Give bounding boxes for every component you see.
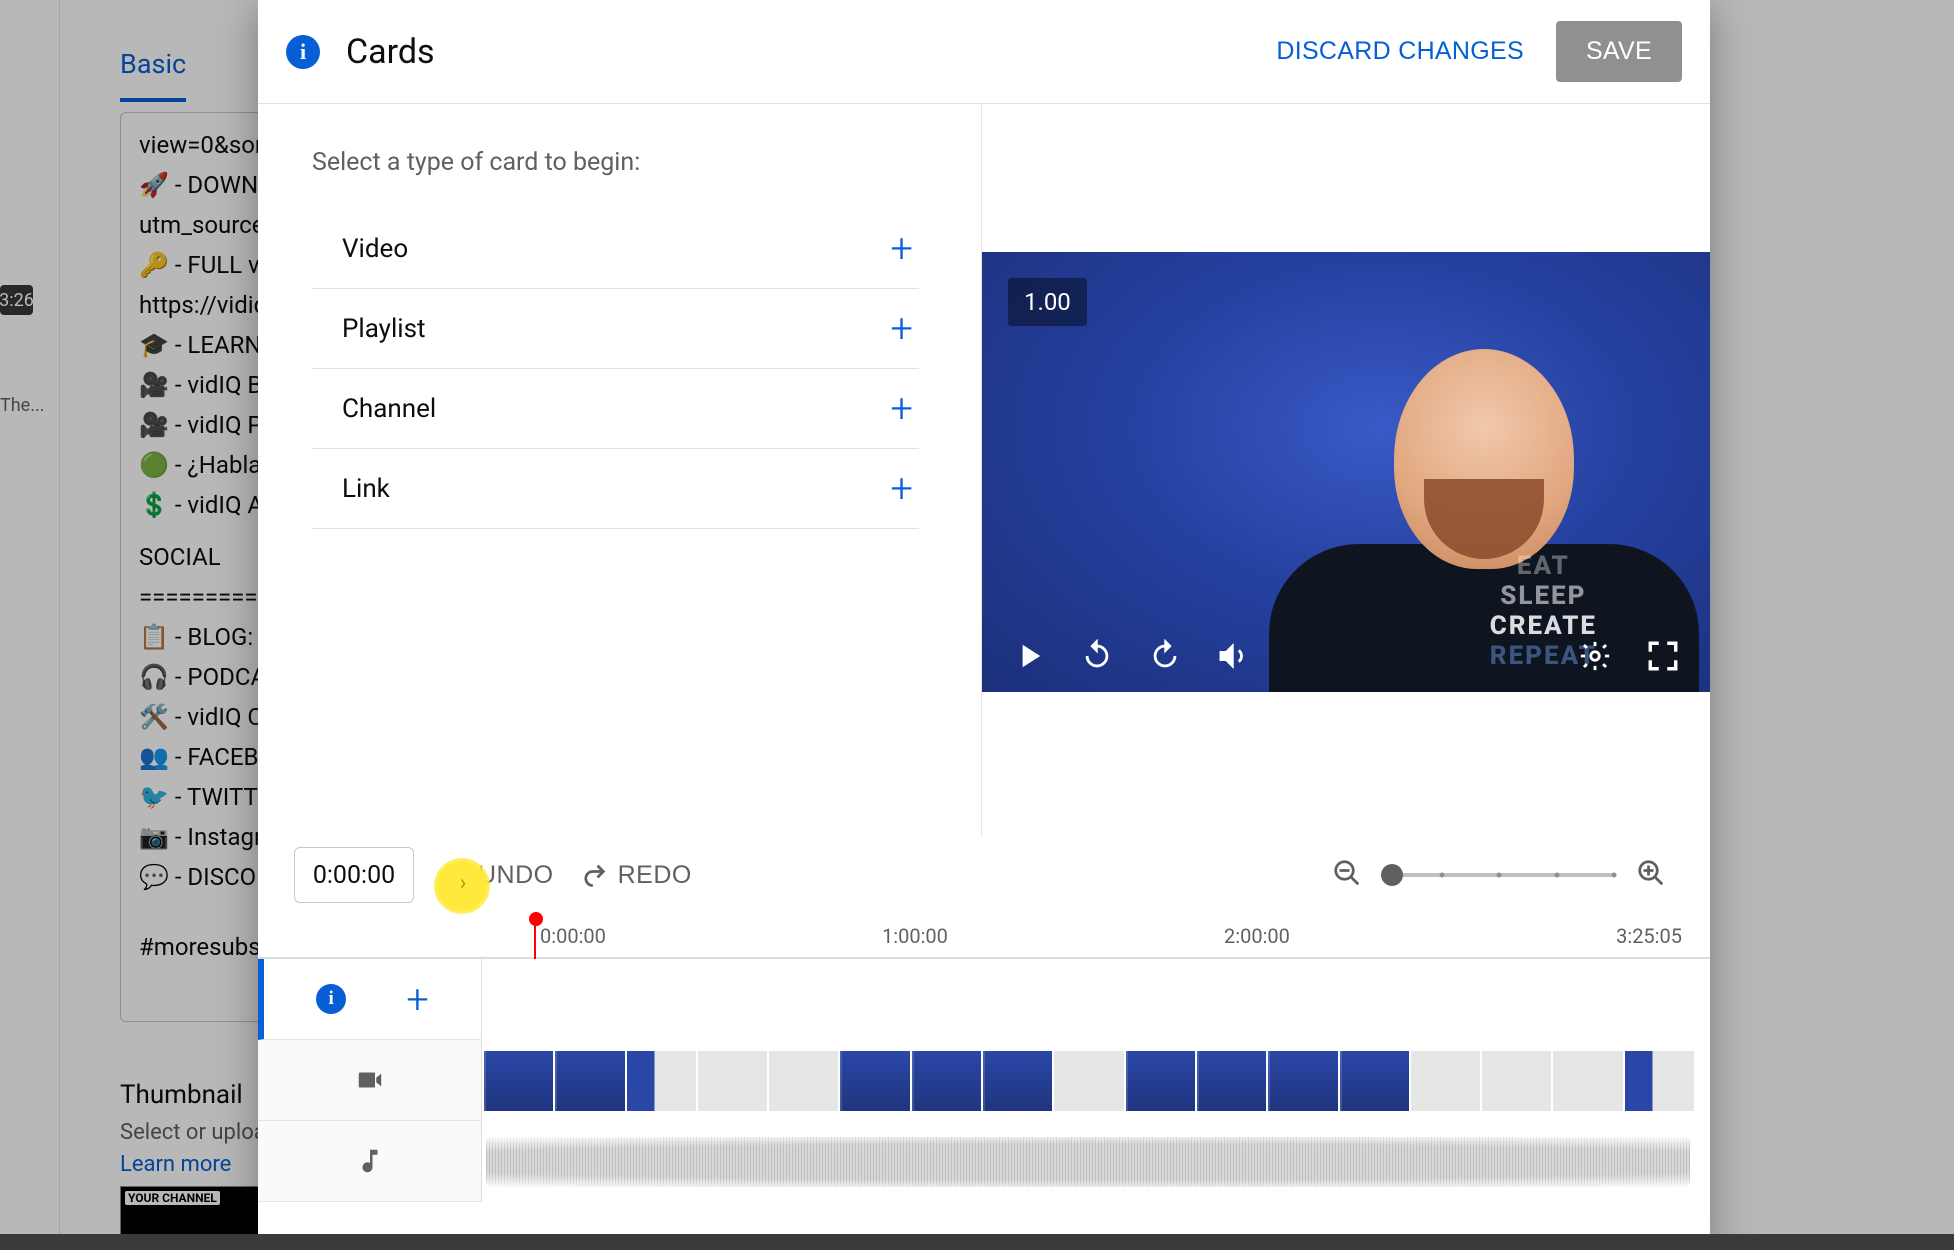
zoom-slider[interactable] xyxy=(1384,873,1614,877)
save-button[interactable]: SAVE xyxy=(1556,21,1682,82)
video-controls xyxy=(982,620,1710,692)
plus-icon: + xyxy=(890,229,913,269)
card-type-label: Playlist xyxy=(342,314,426,344)
video-track-tab[interactable] xyxy=(258,1040,481,1121)
rewind-10-icon[interactable] xyxy=(1080,639,1114,673)
audio-track-tab[interactable] xyxy=(258,1121,481,1202)
card-type-channel[interactable]: Channel + xyxy=(312,369,919,449)
play-icon[interactable] xyxy=(1012,639,1046,673)
zoom-slider-knob[interactable] xyxy=(1381,864,1403,886)
card-type-playlist[interactable]: Playlist + xyxy=(312,289,919,369)
zoom-control xyxy=(1332,858,1666,892)
info-icon: i xyxy=(286,35,320,69)
preview-time-badge: 1.00 xyxy=(1008,278,1087,326)
ruler-tick: 3:25:05 xyxy=(1616,924,1682,948)
timeline-toolbar: 0:00:00 UNDO REDO xyxy=(258,836,1710,914)
discard-changes-button[interactable]: DISCARD CHANGES xyxy=(1256,23,1544,80)
card-prompt: Select a type of card to begin: xyxy=(312,148,919,177)
plus-icon: + xyxy=(890,469,913,509)
card-type-label: Channel xyxy=(342,394,436,424)
card-type-video[interactable]: Video + xyxy=(312,209,919,289)
card-type-label: Link xyxy=(342,474,390,504)
cards-track-tab[interactable]: i + xyxy=(258,959,481,1040)
screen-bottom-bar xyxy=(0,1234,1954,1250)
redo-label: REDO xyxy=(618,861,692,890)
card-type-label: Video xyxy=(342,234,408,264)
zoom-in-icon[interactable] xyxy=(1636,858,1666,892)
settings-gear-icon[interactable] xyxy=(1578,639,1612,673)
redo-button[interactable]: REDO xyxy=(580,861,692,890)
plus-icon: + xyxy=(890,309,913,349)
forward-10-icon[interactable] xyxy=(1148,639,1182,673)
video-lane[interactable] xyxy=(482,1040,1694,1121)
zoom-out-icon[interactable] xyxy=(1332,858,1362,892)
plus-icon: + xyxy=(890,389,913,429)
ruler-tick: 2:00:00 xyxy=(1224,924,1290,948)
cursor-highlight xyxy=(434,858,490,914)
volume-icon[interactable] xyxy=(1216,639,1250,673)
current-time-input[interactable]: 0:00:00 xyxy=(294,847,414,903)
preview-panel: 1.00 EAT SLEEP CREATE REPEAT xyxy=(982,104,1710,836)
timeline-tracks: i + xyxy=(258,958,1710,1202)
fullscreen-icon[interactable] xyxy=(1646,639,1680,673)
modal-title: Cards xyxy=(346,32,435,72)
info-icon: i xyxy=(316,984,346,1014)
ruler-tick: 1:00:00 xyxy=(882,924,948,948)
ruler-tick: 0:00:00 xyxy=(540,924,606,948)
music-note-icon xyxy=(355,1146,385,1176)
card-type-panel: Select a type of card to begin: Video + … xyxy=(258,104,982,836)
redo-icon xyxy=(580,861,608,889)
card-type-link[interactable]: Link + xyxy=(312,449,919,529)
video-filmstrip xyxy=(484,1051,1694,1111)
timeline-ruler[interactable]: 0:00:00 1:00:00 2:00:00 3:25:05 xyxy=(258,914,1710,958)
cards-modal: i Cards DISCARD CHANGES SAVE Select a ty… xyxy=(258,0,1710,1250)
video-preview: 1.00 EAT SLEEP CREATE REPEAT xyxy=(982,252,1710,692)
audio-lane[interactable] xyxy=(482,1121,1694,1202)
modal-header: i Cards DISCARD CHANGES SAVE xyxy=(258,0,1710,104)
plus-icon[interactable]: + xyxy=(406,976,429,1023)
audio-waveform xyxy=(486,1137,1690,1187)
video-camera-icon xyxy=(355,1065,385,1095)
cards-lane[interactable] xyxy=(482,959,1694,1040)
